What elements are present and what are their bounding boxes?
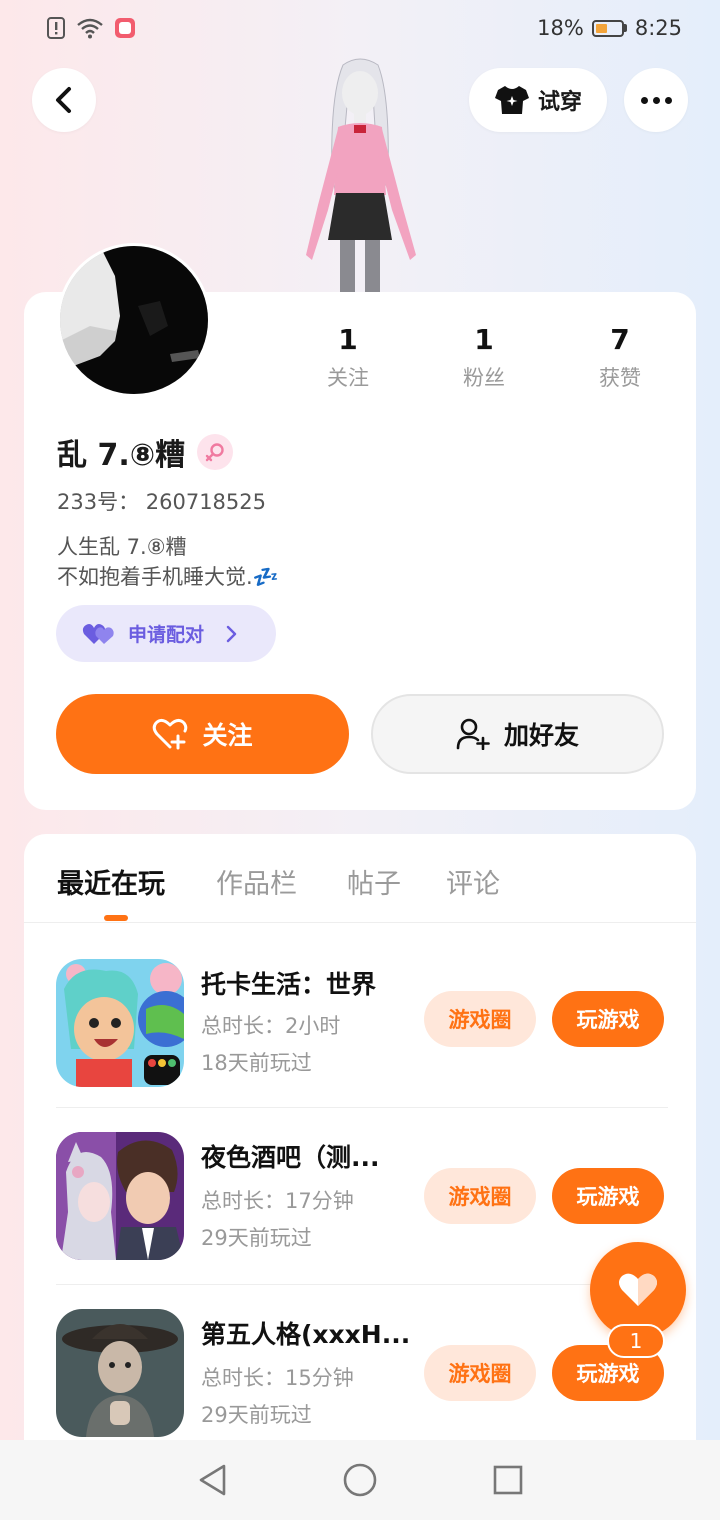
tab-indicator	[104, 915, 128, 921]
stat-likes[interactable]: 7 获赞	[570, 322, 670, 392]
row-divider	[56, 1284, 668, 1285]
row-divider	[56, 1107, 668, 1108]
game-last-played: 29天前玩过	[201, 1226, 312, 1250]
tab-recently-played[interactable]: 最近在玩	[57, 862, 165, 901]
nav-recents-icon[interactable]	[493, 1465, 523, 1495]
game-duration: 总时长：17分钟	[201, 1189, 354, 1213]
game-row[interactable]: 夜色酒吧（测... 总时长：17分钟 29天前玩过 游戏圈 玩游戏	[56, 1132, 668, 1262]
apply-pair-button[interactable]: 申请配对	[56, 605, 276, 662]
female-gender-icon	[197, 434, 234, 470]
stat-likes-label: 获赞	[599, 366, 641, 390]
bio: 人生乱 7.⑧糟 不如抱着手机睡大觉.💤	[57, 532, 279, 592]
tab-posts[interactable]: 帖子	[347, 862, 401, 901]
nav-back-icon[interactable]	[197, 1463, 227, 1497]
add-friend-label: 加好友	[503, 721, 579, 750]
more-options-button[interactable]	[624, 68, 688, 132]
username: 乱 7.⑧糟	[57, 438, 186, 473]
outfit-shirt-icon	[494, 86, 529, 114]
chevron-right-icon	[226, 625, 237, 642]
stat-followers[interactable]: 1 粉丝	[434, 322, 534, 392]
battery-percent: 18%	[537, 16, 584, 40]
tab-comments[interactable]: 评论	[446, 862, 500, 901]
play-game-button[interactable]: 玩游戏	[552, 1168, 664, 1224]
clock: 8:25	[634, 16, 682, 40]
tab-divider	[24, 922, 696, 923]
play-game-button[interactable]: 玩游戏	[552, 991, 664, 1047]
username-row: 乱 7.⑧糟	[57, 430, 234, 474]
follow-label: 关注	[202, 721, 253, 750]
heart-plus-icon	[153, 718, 188, 750]
stat-following-count: 1	[338, 323, 358, 356]
follow-button[interactable]: 关注	[56, 694, 349, 774]
game-last-played: 29天前玩过	[201, 1403, 312, 1427]
try-on-button[interactable]: 试穿	[469, 68, 607, 132]
game-circle-button[interactable]: 游戏圈	[424, 1345, 536, 1401]
user-id: 233号： 260718525	[57, 490, 267, 514]
avatar-image	[60, 246, 208, 394]
avatar-3d-figure[interactable]	[288, 55, 433, 295]
game-title: 夜色酒吧（测...	[201, 1143, 380, 1172]
stat-following[interactable]: 1 关注	[298, 322, 398, 392]
game-last-played: 18天前玩过	[201, 1051, 312, 1075]
status-icons-left	[46, 17, 136, 39]
stat-followers-count: 1	[474, 323, 494, 356]
apply-pair-label: 申请配对	[128, 624, 205, 646]
bio-line: 人生乱 7.⑧糟	[57, 535, 187, 559]
system-nav-bar	[0, 1440, 720, 1520]
status-icons-right: 18% 8:25	[537, 16, 682, 40]
game-title: 托卡生活：世界	[201, 970, 377, 999]
game-icon-identity-v[interactable]	[56, 1309, 184, 1437]
bio-line: 不如抱着手机睡大觉.💤	[57, 565, 279, 589]
game-duration: 总时长：15分钟	[201, 1366, 354, 1390]
try-on-label: 试穿	[537, 90, 582, 115]
avatar[interactable]	[57, 243, 211, 397]
game-row[interactable]: 托卡生活：世界 总时长：2小时 18天前玩过 游戏圈 玩游戏	[56, 959, 668, 1089]
game-title: 第五人格(xxxH...	[201, 1320, 411, 1349]
heart-icon	[619, 1273, 657, 1306]
add-friend-button[interactable]: 加好友	[371, 694, 664, 774]
game-row[interactable]: 第五人格(xxxH... 总时长：15分钟 29天前玩过 游戏圈 玩游戏	[56, 1309, 668, 1439]
game-duration: 总时长：2小时	[201, 1014, 341, 1038]
game-circle-button[interactable]: 游戏圈	[424, 1168, 536, 1224]
double-heart-icon	[82, 623, 114, 644]
game-icon-night-bar[interactable]	[56, 1132, 184, 1260]
more-dots-icon	[640, 96, 648, 104]
add-user-icon	[456, 718, 490, 750]
wifi-icon	[77, 18, 103, 39]
status-bar: 18% 8:25	[0, 0, 720, 56]
nav-home-icon[interactable]	[343, 1463, 377, 1497]
stat-followers-label: 粉丝	[463, 366, 505, 390]
fab-badge-count: 1	[607, 1324, 665, 1358]
stat-following-label: 关注	[327, 366, 369, 390]
back-button[interactable]	[32, 68, 96, 132]
notification-alert-icon	[47, 17, 65, 39]
battery-icon	[591, 19, 627, 37]
game-circle-button[interactable]: 游戏圈	[424, 991, 536, 1047]
chevron-left-icon	[56, 87, 71, 113]
tab-works[interactable]: 作品栏	[216, 862, 297, 901]
app-notification-icon	[115, 18, 135, 38]
stat-likes-count: 7	[610, 323, 630, 356]
game-icon-toca-life[interactable]	[56, 959, 184, 1087]
